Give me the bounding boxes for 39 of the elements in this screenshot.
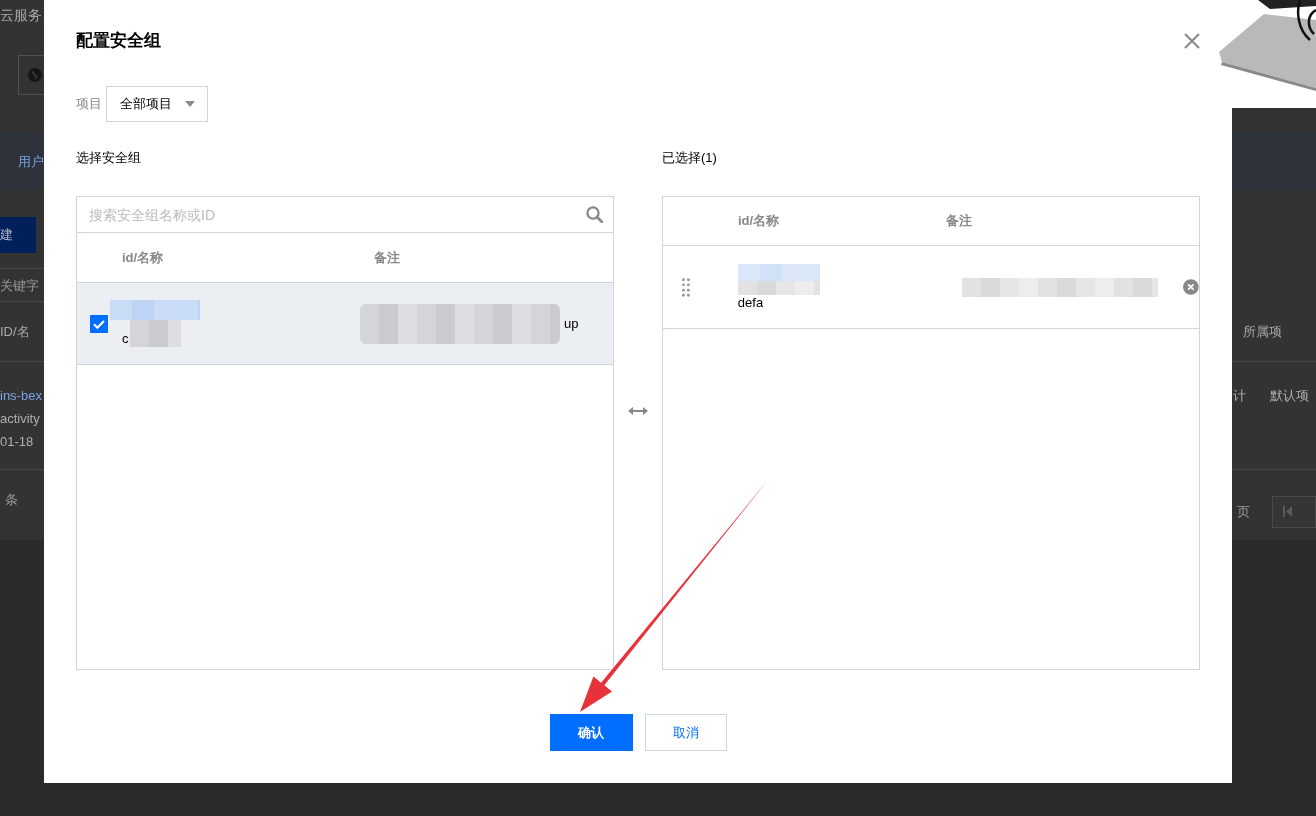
column-header: ID/名 bbox=[0, 323, 30, 339]
search-field[interactable]: 搜索安全组名称或ID bbox=[77, 197, 586, 232]
project-dropdown[interactable]: 全部项目 bbox=[106, 86, 208, 122]
cell-text: up bbox=[564, 315, 579, 332]
column-header: id/名称 bbox=[122, 248, 164, 267]
confirm-button[interactable]: 确认 bbox=[549, 714, 633, 751]
caret-icon bbox=[185, 101, 195, 107]
column-header: id/名称 bbox=[738, 212, 780, 231]
page-title: 云服务 bbox=[0, 6, 43, 25]
swap-arrows-icon bbox=[628, 406, 648, 416]
page-text: 页 bbox=[1237, 502, 1250, 521]
first-page-icon bbox=[1283, 506, 1292, 517]
search-icon[interactable] bbox=[586, 206, 603, 223]
table-row[interactable]: c up bbox=[77, 283, 613, 365]
column-header: 所属项 bbox=[1243, 323, 1282, 339]
close-icon[interactable] bbox=[1184, 33, 1200, 49]
dialog-title: 配置安全组 bbox=[76, 30, 161, 52]
cell-text: 计 bbox=[1233, 387, 1246, 405]
drag-handle-icon[interactable] bbox=[682, 277, 690, 297]
cell-text: defa bbox=[737, 294, 764, 311]
instance-link[interactable]: ins-bex bbox=[0, 384, 44, 407]
cell-text: activity bbox=[0, 410, 41, 428]
cell-text: 默认项 bbox=[1270, 387, 1309, 405]
cell-text: 01-18 bbox=[0, 433, 35, 451]
total-count-text: 条 bbox=[5, 492, 18, 507]
cell-text: c bbox=[122, 331, 129, 347]
section-title: 选择安全组 bbox=[76, 149, 141, 167]
first-page-button[interactable] bbox=[1272, 495, 1316, 528]
column-header: 备注 bbox=[946, 212, 972, 231]
search-field[interactable]: 关键字 bbox=[0, 268, 44, 302]
nav-tab[interactable]: 用户 bbox=[0, 133, 44, 190]
remove-icon[interactable] bbox=[1183, 279, 1199, 295]
circle-icon bbox=[28, 68, 42, 82]
column-header: 备注 bbox=[374, 248, 400, 267]
checkbox[interactable] bbox=[90, 314, 108, 333]
cancel-button[interactable]: 取消 bbox=[644, 714, 727, 751]
create-button[interactable]: 建 bbox=[0, 217, 36, 253]
section-title: 已选择(1) bbox=[662, 149, 717, 167]
field-label: 项目 bbox=[76, 95, 103, 114]
